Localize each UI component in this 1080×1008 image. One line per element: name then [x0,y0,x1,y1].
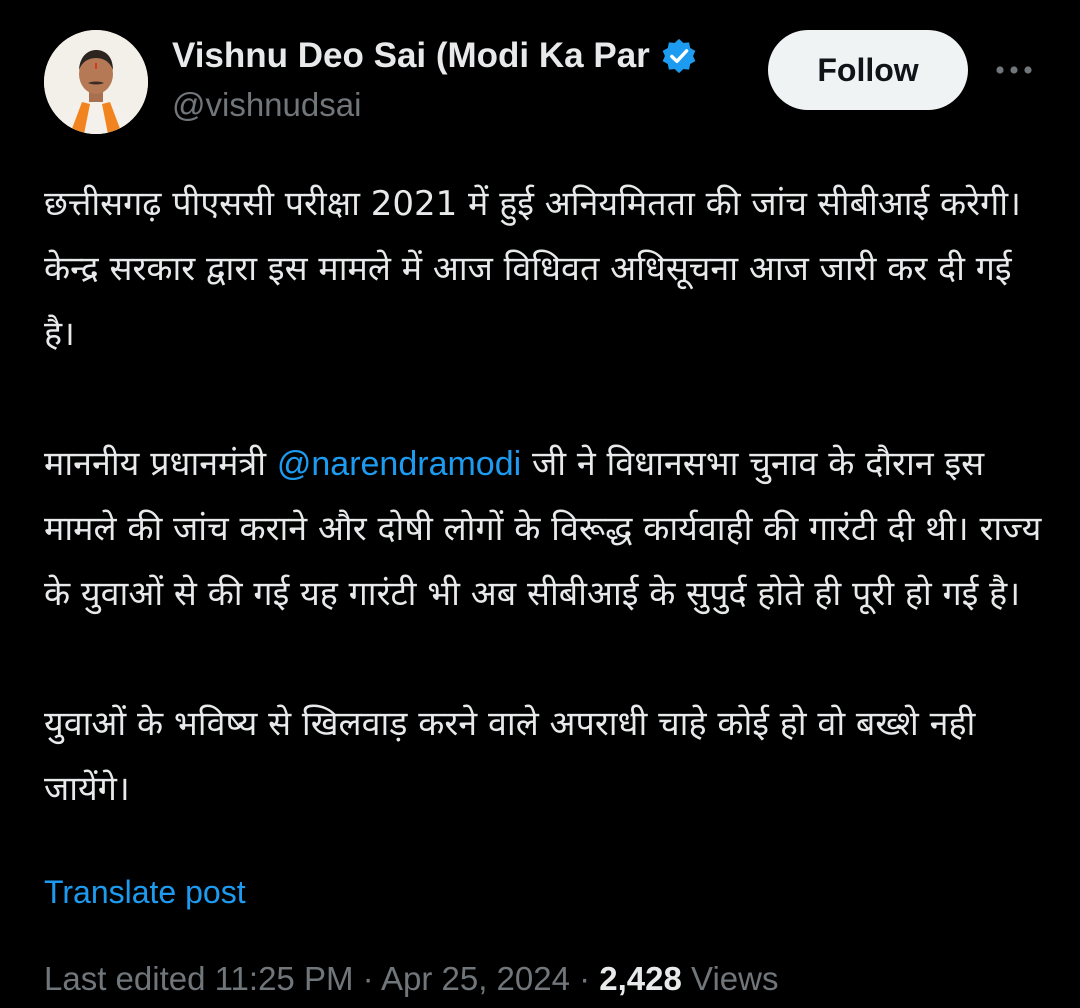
post-time[interactable]: 11:25 PM [215,960,354,997]
mention-link[interactable]: @narendramodi [277,445,521,483]
post-paragraph-2-lead: माननीय प्रधानमंत्री [44,444,277,484]
author-name-row: Vishnu Deo Sai (Modi Ka Par [172,34,698,78]
follow-button[interactable]: Follow [768,30,968,110]
verified-badge-icon [662,38,696,74]
more-options-icon[interactable] [994,56,1034,84]
post-header: Vishnu Deo Sai (Modi Ka Par @vishnudsai … [0,0,1080,150]
avatar-photo [44,30,148,134]
views-label: Views [691,960,779,997]
post-paragraph-2: माननीय प्रधानमंत्री @narendramodi जी ने … [44,432,1044,627]
meta-separator-2: · [569,960,600,997]
post-date[interactable]: Apr 25, 2024 [381,960,570,997]
avatar[interactable] [44,30,148,134]
post-meta: Last edited 11:25 PM · Apr 25, 2024 · 2,… [44,960,778,998]
post-paragraph-1: छत्तीसगढ़ पीएससी परीक्षा 2021 में हुई अन… [44,184,1021,354]
edited-label[interactable]: Last edited [44,960,205,997]
post-text: छत्तीसगढ़ पीएससी परीक्षा 2021 में हुई अन… [44,172,1044,822]
translate-post-link[interactable]: Translate post [44,874,246,911]
meta-separator-1: · [353,960,381,997]
post-paragraph-3: युवाओं के भविष्य से खिलवाड़ करने वाले अप… [44,704,976,809]
author-display-name[interactable]: Vishnu Deo Sai (Modi Ka Par [172,36,650,76]
views-count[interactable]: 2,428 [599,960,682,997]
author-handle[interactable]: @vishnudsai [172,86,361,124]
